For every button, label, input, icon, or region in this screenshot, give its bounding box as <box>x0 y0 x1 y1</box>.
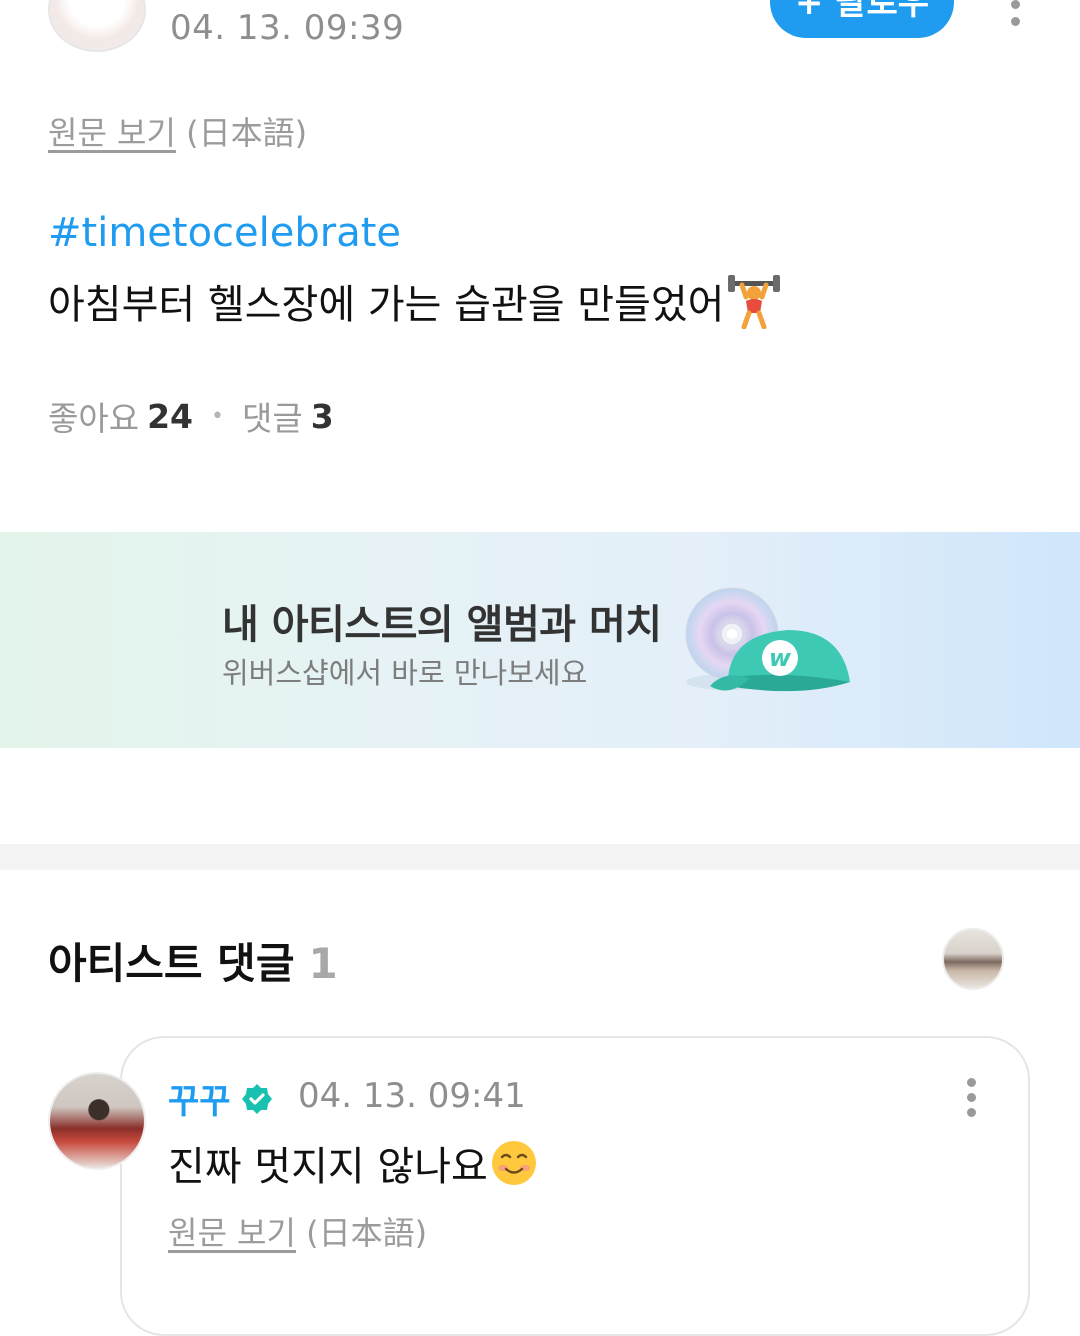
post-stats: 좋아요 24 • 댓글 3 <box>48 392 334 440</box>
banner-title: 내 아티스트의 앨범과 머치 <box>222 602 662 648</box>
author-avatar[interactable] <box>48 0 146 52</box>
comment-author-name[interactable]: 꾸꾸 <box>168 1074 231 1123</box>
smiling-face-icon <box>490 1139 538 1187</box>
comment-timestamp: 04. 13. 09:41 <box>298 1076 526 1116</box>
likes-count: 24 <box>147 396 194 436</box>
original-language: (日本語) <box>186 114 308 152</box>
weightlifter-icon <box>726 273 782 330</box>
comment-body: 진짜 멋지지 않나요 <box>168 1134 538 1192</box>
comments-label[interactable]: 댓글 <box>242 392 303 440</box>
comment-more-options-icon[interactable] <box>960 1078 984 1118</box>
banner-subtitle: 위버스샵에서 바로 만나보세요 <box>222 656 588 690</box>
artist-comments-count: 1 <box>308 939 338 988</box>
view-original: 원문 보기 (日本語) <box>48 108 307 154</box>
comment-author[interactable]: 꾸꾸 <box>168 1074 273 1123</box>
post-body-text: 아침부터 헬스장에 가는 습관을 만들었어 <box>48 282 725 328</box>
artist-avatar[interactable] <box>942 928 1004 990</box>
comment-view-original-link[interactable]: 원문 보기 <box>168 1214 296 1252</box>
artist-comments-title: 아티스트 댓글 <box>48 939 295 988</box>
artist-comments-header: 아티스트 댓글 1 <box>48 930 338 991</box>
more-options-icon[interactable] <box>1004 0 1028 30</box>
follow-button[interactable]: + 팔로우 <box>770 0 954 38</box>
stats-separator: • <box>211 403 225 429</box>
comment-view-original: 원문 보기 (日本語) <box>168 1208 427 1254</box>
post-timestamp: 04. 13. 09:39 <box>170 8 405 48</box>
comment-original-language: (日本語) <box>306 1214 428 1252</box>
verified-badge-icon <box>241 1083 272 1114</box>
view-original-link[interactable]: 원문 보기 <box>48 114 176 152</box>
comment-author-avatar[interactable] <box>48 1072 146 1170</box>
likes-label: 좋아요 <box>48 399 140 438</box>
svg-text:w: w <box>769 644 792 672</box>
hashtag-link[interactable]: #timetocelebrate <box>48 210 401 256</box>
post-body: 아침부터 헬스장에 가는 습관을 만들었어 <box>48 272 782 330</box>
album-and-cap-icon: w <box>680 586 860 716</box>
comments-count[interactable]: 3 <box>311 397 334 436</box>
comment-body-text: 진짜 멋지지 않나요 <box>168 1144 488 1190</box>
section-divider <box>0 844 1080 870</box>
